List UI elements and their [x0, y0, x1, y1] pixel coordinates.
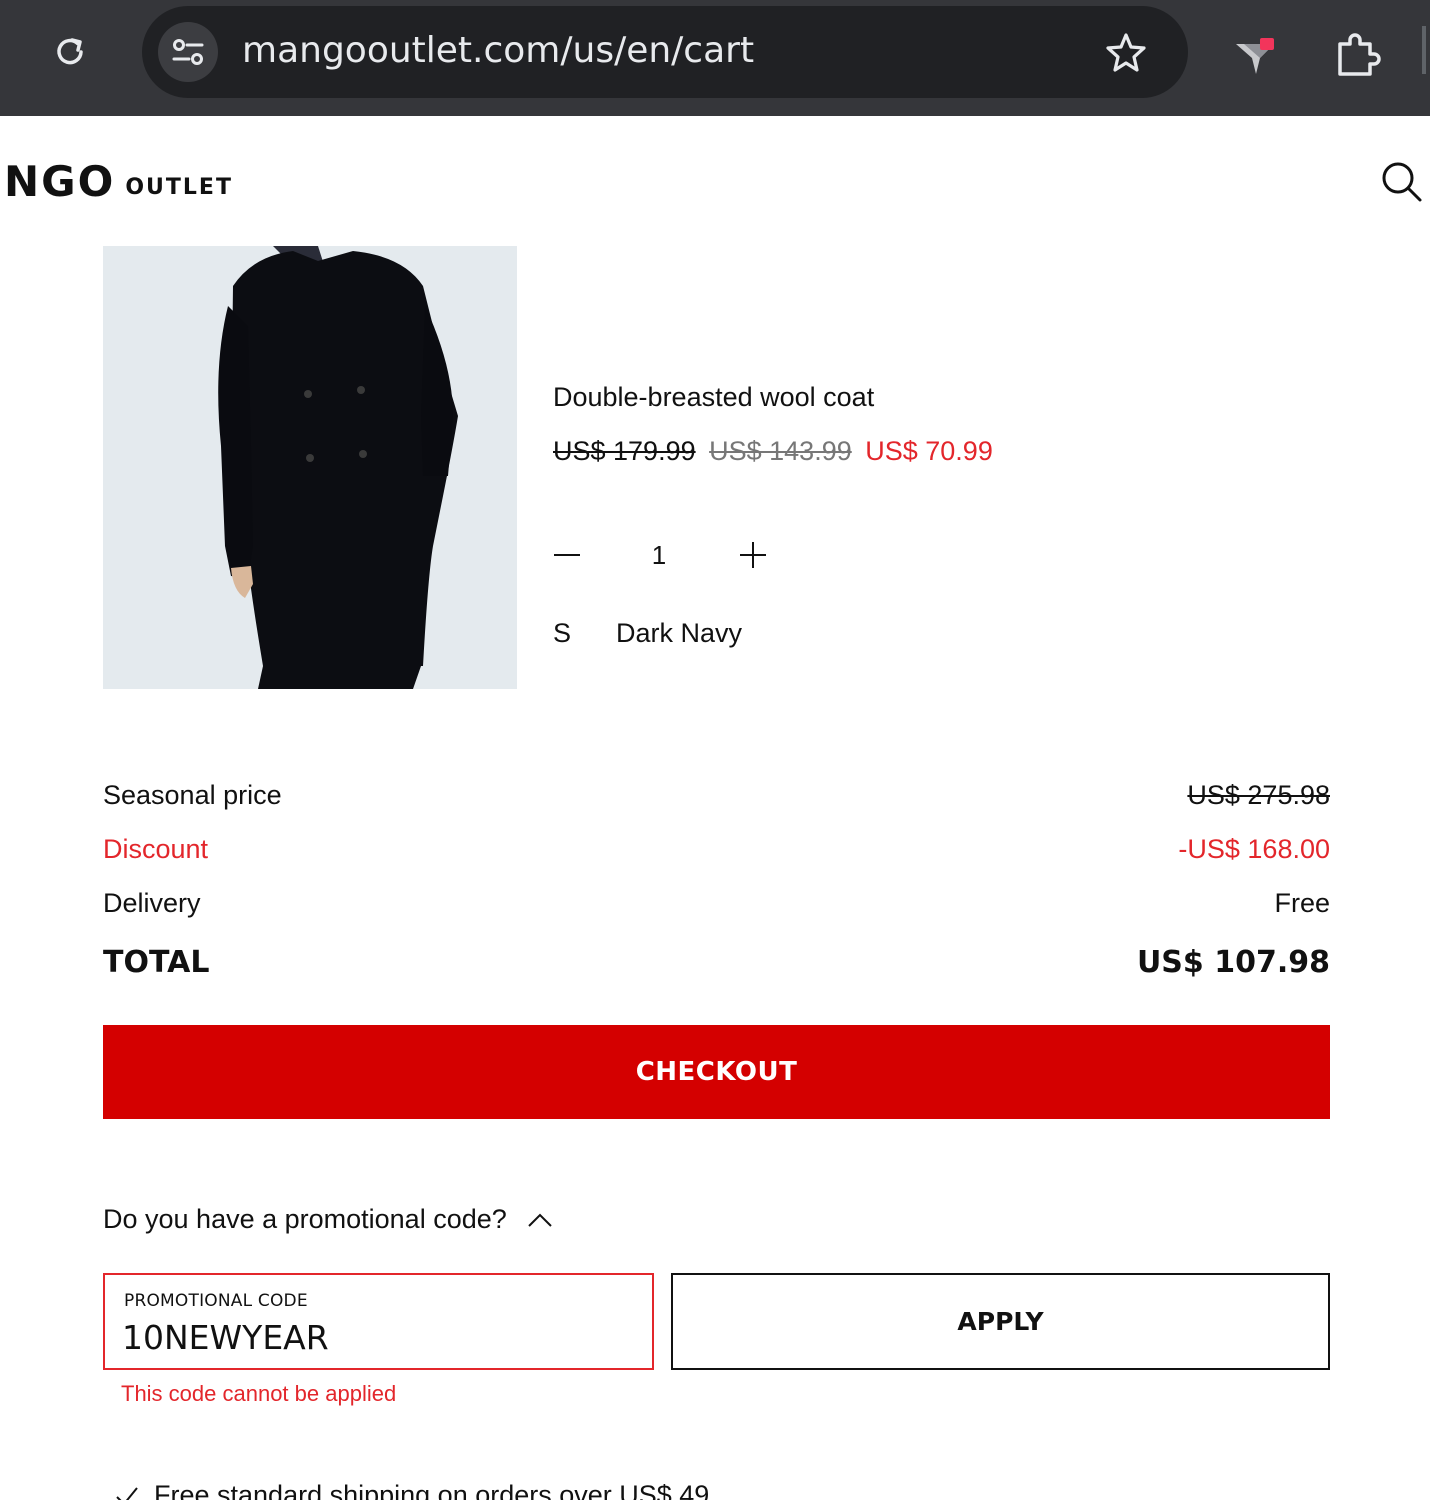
promo-error-message: This code cannot be applied — [121, 1381, 397, 1406]
url-text[interactable]: mangooutlet.com/us/en/cart — [242, 30, 754, 71]
summary-total-row: TOTAL US$ 107.98 — [103, 945, 1330, 980]
quantity-decrease-button[interactable] — [548, 536, 586, 574]
product-image[interactable] — [103, 246, 517, 689]
apply-button[interactable]: APPLY — [671, 1273, 1330, 1370]
total-value: US$ 107.98 — [1136, 945, 1330, 980]
search-icon[interactable] — [1380, 160, 1424, 204]
product-color: Dark Navy — [616, 618, 743, 648]
summary-delivery-row: Delivery Free — [103, 888, 1330, 919]
delivery-value: Free — [1274, 888, 1330, 918]
total-label: TOTAL — [103, 945, 210, 980]
discount-value: -US$ 168.00 — [1178, 834, 1330, 864]
price-current: US$ 70.99 — [865, 436, 993, 466]
promo-code-input[interactable] — [122, 1317, 622, 1357]
seasonal-label: Seasonal price — [103, 780, 282, 810]
checkout-button[interactable]: CHECKOUT — [103, 1025, 1330, 1119]
logo-outlet-text: OUTLET — [125, 175, 233, 200]
promo-code-toggle[interactable]: Do you have a promotional code? — [103, 1204, 555, 1235]
product-prices: US$ 179.99 US$ 143.99 US$ 70.99 — [553, 436, 993, 467]
site-logo[interactable]: NGO OUTLET — [4, 160, 233, 204]
promo-question: Do you have a promotional code? — [103, 1204, 507, 1234]
bookmark-star-icon[interactable] — [1104, 30, 1148, 74]
promo-field-label: PROMOTIONAL CODE — [124, 1291, 308, 1311]
summary-seasonal-row: Seasonal price US$ 275.98 — [103, 780, 1330, 811]
site-settings-icon[interactable] — [158, 22, 218, 82]
address-bar[interactable]: mangooutlet.com/us/en/cart — [142, 6, 1188, 98]
price-previous: US$ 143.99 — [709, 436, 852, 466]
product-size: S — [553, 618, 572, 648]
reload-icon[interactable] — [44, 26, 96, 78]
shipping-note-text: Free standard shipping on orders over US… — [154, 1480, 710, 1500]
promo-code-field[interactable]: PROMOTIONAL CODE — [103, 1273, 654, 1370]
price-original: US$ 179.99 — [553, 436, 696, 466]
product-name[interactable]: Double-breasted wool coat — [553, 382, 874, 413]
quantity-increase-button[interactable] — [734, 536, 772, 574]
chevron-up-icon — [525, 1205, 555, 1235]
quantity-value: 1 — [651, 540, 667, 570]
logo-mark: NGO — [4, 157, 116, 206]
seasonal-value: US$ 275.98 — [1187, 780, 1330, 810]
browser-toolbar: mangooutlet.com/us/en/cart — [0, 0, 1430, 116]
extensions-puzzle-icon[interactable] — [1330, 28, 1382, 80]
delivery-label: Delivery — [103, 888, 201, 918]
summary-discount-row: Discount -US$ 168.00 — [103, 834, 1330, 865]
extension-icon[interactable] — [1230, 28, 1282, 80]
shipping-note: Free standard shipping on orders over US… — [114, 1480, 709, 1500]
toolbar-divider — [1422, 26, 1426, 74]
check-icon — [114, 1483, 140, 1500]
discount-label: Discount — [103, 834, 209, 864]
